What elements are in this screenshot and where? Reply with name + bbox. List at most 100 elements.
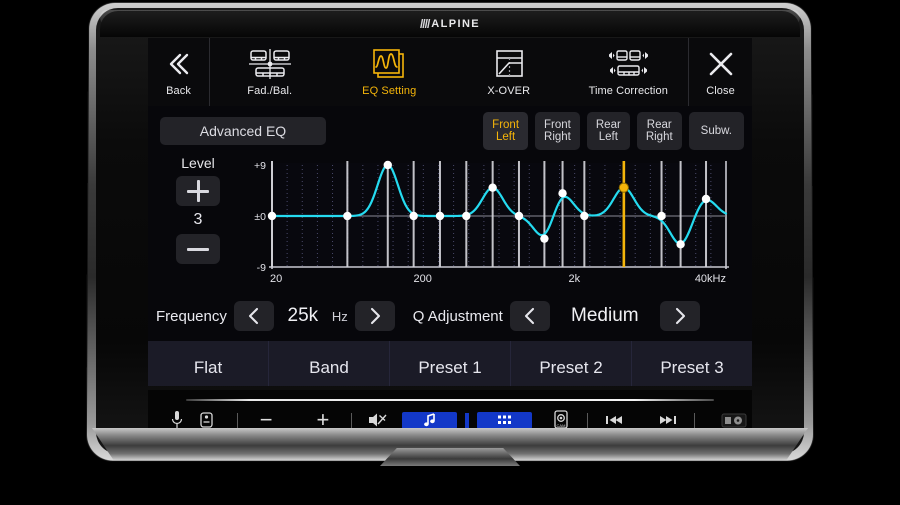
band-node[interactable] (514, 211, 524, 221)
channel-button-subwoofer[interactable]: Subw. (688, 112, 744, 150)
advanced-eq-button[interactable]: Advanced EQ (160, 117, 326, 145)
fader-balance-icon (247, 48, 293, 80)
close-x-icon (706, 48, 736, 80)
x-axis-tick-label: 2k (569, 273, 581, 285)
band-node[interactable] (383, 160, 392, 170)
top-toolbar: Back Fad./Bal. EQ Setting X-OVER Time Co… (148, 38, 752, 106)
touchscreen: Back Fad./Bal. EQ Setting X-OVER Time Co… (148, 38, 752, 386)
preset-button-preset-3[interactable]: Preset 3 (632, 341, 752, 386)
frequency-unit: Hz (331, 308, 348, 324)
q-next-button[interactable] (659, 301, 700, 331)
voice-assistant-icon[interactable] (191, 411, 223, 429)
frequency-prev-button[interactable] (233, 301, 274, 331)
preset-button-preset-1[interactable]: Preset 1 (390, 341, 511, 386)
channel-rear-right-line1: Rear (646, 118, 672, 131)
eject-disc-icon[interactable] (716, 413, 752, 428)
alpine-logo-slashes: //// (419, 17, 430, 31)
x-axis-tick-label: 200 (414, 273, 432, 285)
toolbar-label-fader-balance: Fad./Bal. (247, 84, 293, 97)
channel-front-left-line1: Front (492, 118, 520, 131)
channel-rear-left-line1: Rear (595, 118, 621, 131)
channel-button-rear-right[interactable]: Rear Right (636, 112, 682, 150)
band-node[interactable] (701, 194, 711, 204)
apps-grid-icon (497, 415, 511, 424)
microphone-icon[interactable] (164, 410, 191, 430)
channel-selector-row: Advanced EQ Front Left Front Right Rear … (148, 106, 752, 155)
svg-text:CAM: CAM (557, 423, 566, 428)
preset-button-preset-2[interactable]: Preset 2 (511, 341, 632, 386)
channel-rear-right-line2: Right (645, 131, 673, 143)
frequency-q-row: Frequency 25k Hz Q Adjustment Medium (148, 295, 752, 337)
level-control-column: Level 3 (158, 155, 238, 264)
toolbar-label-eq-setting: EQ Setting (362, 84, 417, 97)
screenshot-root: ////ALPINE Back Fad./Bal. EQ Setting X-O… (0, 0, 900, 505)
eq-curve-icon (369, 48, 409, 80)
y-axis-tick-label: -9 (257, 262, 266, 274)
mute-icon[interactable] (352, 411, 402, 429)
band-node[interactable] (343, 211, 352, 221)
toolbar-label-back: Back (166, 84, 191, 97)
toolbar-item-eq-setting[interactable]: EQ Setting (330, 38, 450, 106)
channel-subwoofer-label: Subw. (700, 124, 732, 137)
channel-front-right-line1: Front (544, 118, 571, 131)
level-value: 3 (193, 211, 203, 228)
toolbar-item-close[interactable]: Close (688, 38, 752, 106)
band-node[interactable] (267, 211, 277, 221)
q-adjustment-label: Q Adjustment (412, 307, 503, 325)
crossover-icon (492, 48, 526, 80)
band-node[interactable] (580, 211, 589, 221)
channel-front-right-line2: Right (544, 131, 571, 143)
divider-4 (694, 412, 696, 428)
toolbar-item-fader-balance[interactable]: Fad./Bal. (210, 38, 330, 106)
music-note-icon (423, 412, 435, 426)
channel-button-rear-left[interactable]: Rear Left (586, 112, 630, 150)
level-title: Level (181, 155, 215, 171)
toolbar-item-x-over[interactable]: X-OVER (449, 38, 569, 106)
preset-bar: Flat Band Preset 1 Preset 2 Preset 3 (148, 341, 752, 386)
q-prev-button[interactable] (509, 301, 550, 331)
band-node[interactable] (676, 240, 685, 249)
band-node[interactable] (488, 183, 497, 192)
chassis-bottom-notch (380, 448, 520, 466)
status-indicator (465, 412, 469, 428)
camera-icon[interactable]: CAM (544, 410, 578, 430)
channel-button-front-right[interactable]: Front Right (535, 112, 580, 150)
toolbar-item-time-correction[interactable]: Time Correction (569, 38, 689, 106)
preset-button-flat[interactable]: Flat (148, 341, 269, 386)
brand-logo-bar: ////ALPINE (100, 11, 800, 37)
prev-track-icon[interactable] (588, 414, 641, 426)
band-node[interactable] (462, 211, 471, 221)
band-node-selected[interactable] (618, 182, 629, 193)
speaker-grille-line (186, 399, 714, 401)
toolbar-item-back[interactable]: Back (148, 38, 210, 106)
minus-icon (187, 238, 209, 260)
eq-curve-graph[interactable]: +9 ±0 -9 20 200 2k 40kHz (240, 157, 744, 287)
band-node[interactable] (540, 234, 549, 243)
x-axis-tick-label: 40kHz (695, 273, 726, 285)
preset-button-band[interactable]: Band (269, 341, 390, 386)
channel-button-front-left[interactable]: Front Left (483, 112, 529, 150)
toolbar-label-close: Close (706, 84, 735, 97)
next-track-icon[interactable] (641, 414, 694, 426)
q-adjustment-value: Medium (571, 305, 639, 326)
toolbar-label-time-correction: Time Correction (588, 84, 668, 97)
level-decrease-button[interactable] (176, 234, 220, 264)
frequency-label: Frequency (156, 307, 227, 325)
eq-graph-svg[interactable]: +9 ±0 -9 20 200 2k 40kHz (240, 157, 744, 287)
frequency-value: 25k (287, 305, 319, 326)
time-correction-icon (599, 48, 657, 80)
band-node[interactable] (558, 189, 567, 198)
alpine-logo-text: ALPINE (431, 18, 481, 30)
level-increase-button[interactable] (176, 176, 220, 206)
band-node[interactable] (657, 211, 666, 221)
band-node[interactable] (409, 211, 418, 221)
apps-grid-button[interactable] (476, 411, 532, 429)
channel-rear-left-line2: Left (598, 131, 618, 143)
frequency-next-button[interactable] (354, 301, 395, 331)
toolbar-label-x-over: X-OVER (487, 84, 531, 97)
audio-source-button[interactable] (402, 411, 458, 429)
y-axis-tick-label: ±0 (254, 211, 266, 223)
y-axis-tick-label: +9 (254, 160, 266, 172)
band-node[interactable] (435, 211, 445, 221)
x-axis-tick-label: 20 (270, 273, 282, 285)
